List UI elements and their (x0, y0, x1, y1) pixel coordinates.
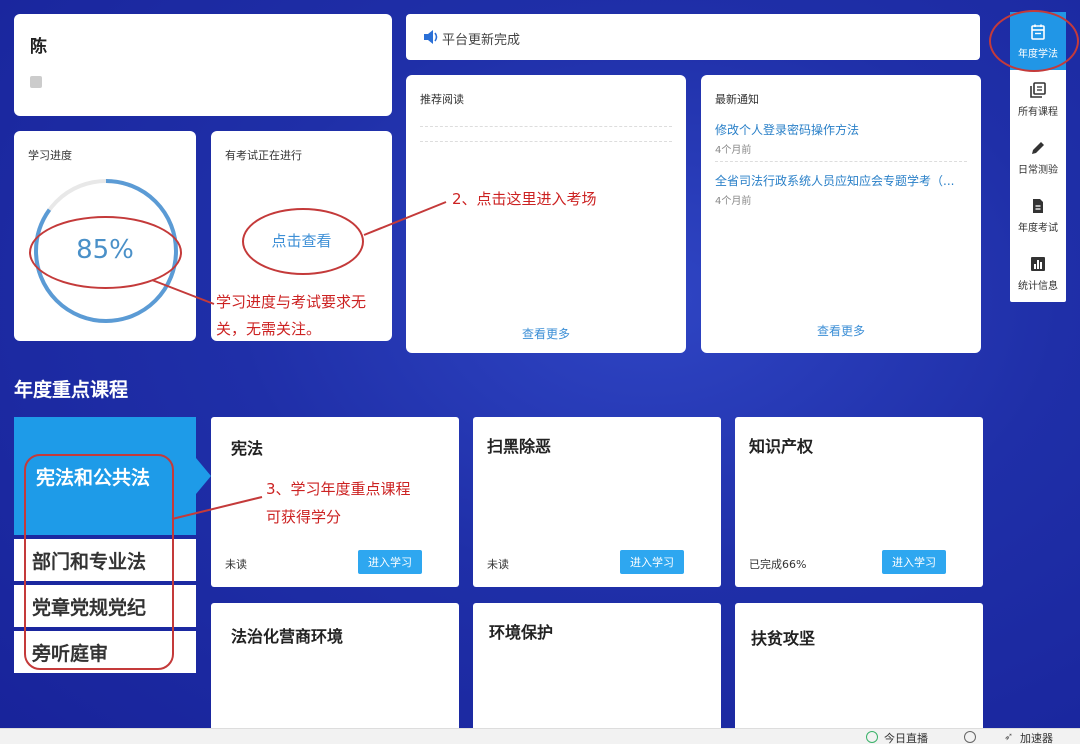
refresh-icon[interactable] (964, 731, 976, 743)
rocket-icon: ➶ (1004, 730, 1014, 743)
annotation-lines (151, 201, 447, 520)
live-link[interactable]: 今日直播 (884, 730, 928, 744)
taskbar: 今日直播 ➶ 加速器 (0, 728, 1080, 744)
annotation-text: 学习进度与考试要求无关，无需关注。 (216, 293, 367, 338)
accelerator-link[interactable]: 加速器 (1020, 730, 1053, 744)
annotation-text: 2、点击这里进入考场 (452, 190, 597, 208)
annotation-text: 可获得学分 (266, 508, 342, 526)
annotation-text: 3、学习年度重点课程 (266, 480, 411, 498)
play-icon (866, 731, 878, 743)
